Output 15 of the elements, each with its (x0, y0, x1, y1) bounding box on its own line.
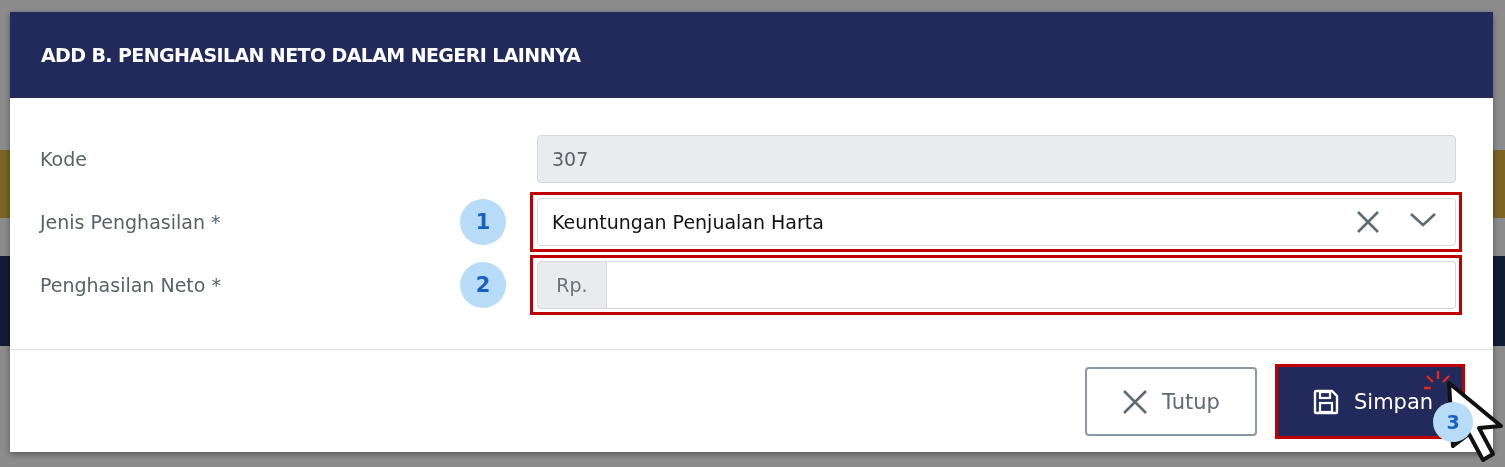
close-button[interactable]: Tutup (1085, 367, 1257, 436)
dialog-title: ADD B. PENGHASILAN NETO DALAM NEGERI LAINNYA (41, 44, 581, 66)
step-badge: 1 (460, 198, 506, 245)
field-label: Kode (40, 147, 88, 170)
step-badge: 2 (460, 261, 506, 308)
field-label: Jenis Penghasilan * (40, 210, 222, 233)
select-field[interactable]: Keuntungan Penjualan Harta (537, 197, 1456, 246)
amount-input[interactable] (607, 260, 1456, 309)
chevron-down-icon (1409, 211, 1437, 228)
clear-icon (1355, 208, 1381, 235)
currency-prefix: Rp. (537, 260, 607, 309)
readonly-field[interactable]: 307 (537, 134, 1456, 183)
close-icon (1122, 388, 1149, 415)
save-icon (1312, 387, 1340, 416)
field-label: Penghasilan Neto * (40, 273, 222, 296)
